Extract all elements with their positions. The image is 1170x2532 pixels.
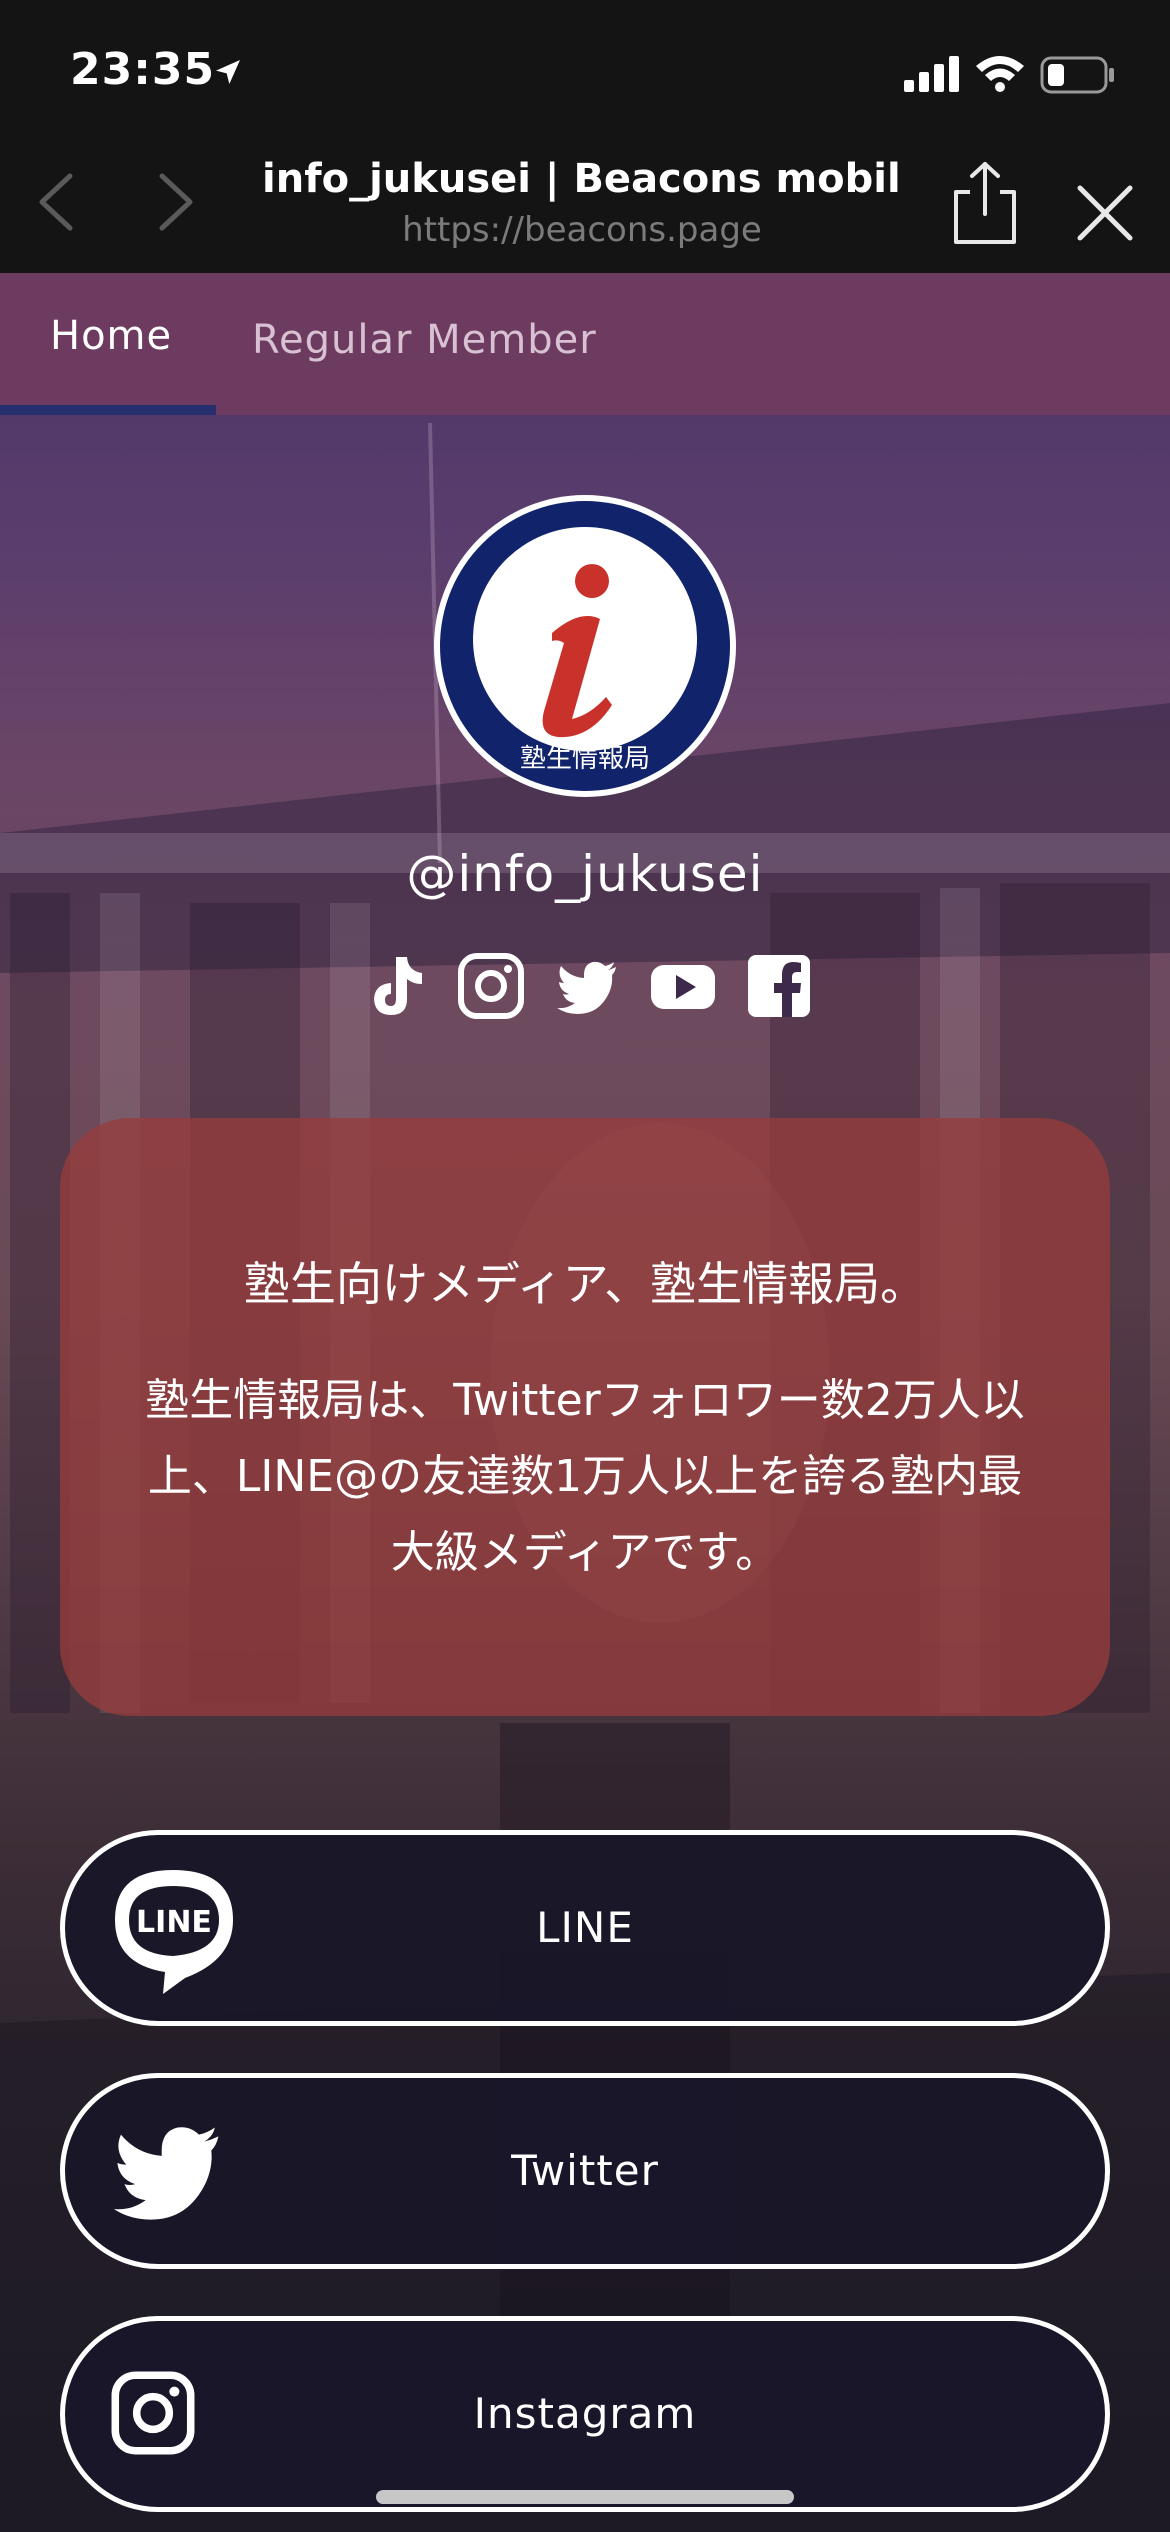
forward-icon[interactable] [146, 170, 202, 234]
battery-icon [1040, 56, 1114, 94]
cellular-signal-icon [904, 56, 959, 92]
close-icon[interactable] [1074, 182, 1136, 244]
avatar-logo: 塾生情報局 [440, 501, 730, 791]
active-tab-indicator [0, 405, 216, 415]
browser-header: info_jukusei | Beacons mobile... https:/… [0, 140, 1170, 273]
tab-regular-member[interactable]: Regular Member [252, 317, 597, 363]
line-link-label: LINE [536, 1903, 634, 1952]
page-url: https://beacons.page [402, 210, 762, 250]
info-logo-icon: 塾生情報局 [473, 527, 697, 774]
share-icon[interactable] [950, 160, 1020, 246]
tiktok-icon[interactable] [360, 951, 430, 1021]
twitter-link-label: Twitter [511, 2146, 659, 2195]
bio-description: 塾生情報局は、Twitterフォロワー数2万人以上、LINE@の友達数1万人以上… [145, 1375, 1025, 1578]
twitter-link-button[interactable]: Twitter [60, 2073, 1110, 2269]
twitter-icon[interactable] [552, 951, 622, 1021]
wifi-icon [976, 56, 1024, 92]
profile-handle: @info_jukusei [406, 845, 764, 903]
status-time: 23:35 [70, 44, 216, 95]
bio-card: 塾生向けメディア、塾生情報局。 塾生情報局は、Twitterフォロワー数2万人以… [60, 1118, 1110, 1716]
social-icons [360, 951, 816, 1025]
avatar-text: 塾生情報局 [520, 744, 650, 774]
location-arrow-icon [216, 60, 240, 84]
page-title: info_jukusei | Beacons mobile... [262, 156, 902, 202]
tab-bar: Home Regular Member [0, 273, 1170, 415]
page-content: Home Regular Member 塾生情報局 @info_jukusei [0, 273, 1170, 2532]
back-icon[interactable] [30, 170, 86, 234]
avatar: 塾生情報局 [434, 495, 736, 797]
home-indicator[interactable] [376, 2490, 794, 2504]
instagram-icon[interactable] [456, 951, 526, 1021]
status-bar: 23:35 [0, 0, 1170, 140]
youtube-icon[interactable] [648, 951, 718, 1021]
facebook-icon[interactable] [744, 951, 814, 1021]
bio-headline: 塾生向けメディア、塾生情報局。 [243, 1257, 927, 1311]
line-link-button[interactable]: LINE LINE [60, 1830, 1110, 2026]
instagram-link-label: Instagram [473, 2389, 697, 2438]
tab-home[interactable]: Home [50, 313, 172, 359]
instagram-link-button[interactable]: Instagram [60, 2316, 1110, 2512]
